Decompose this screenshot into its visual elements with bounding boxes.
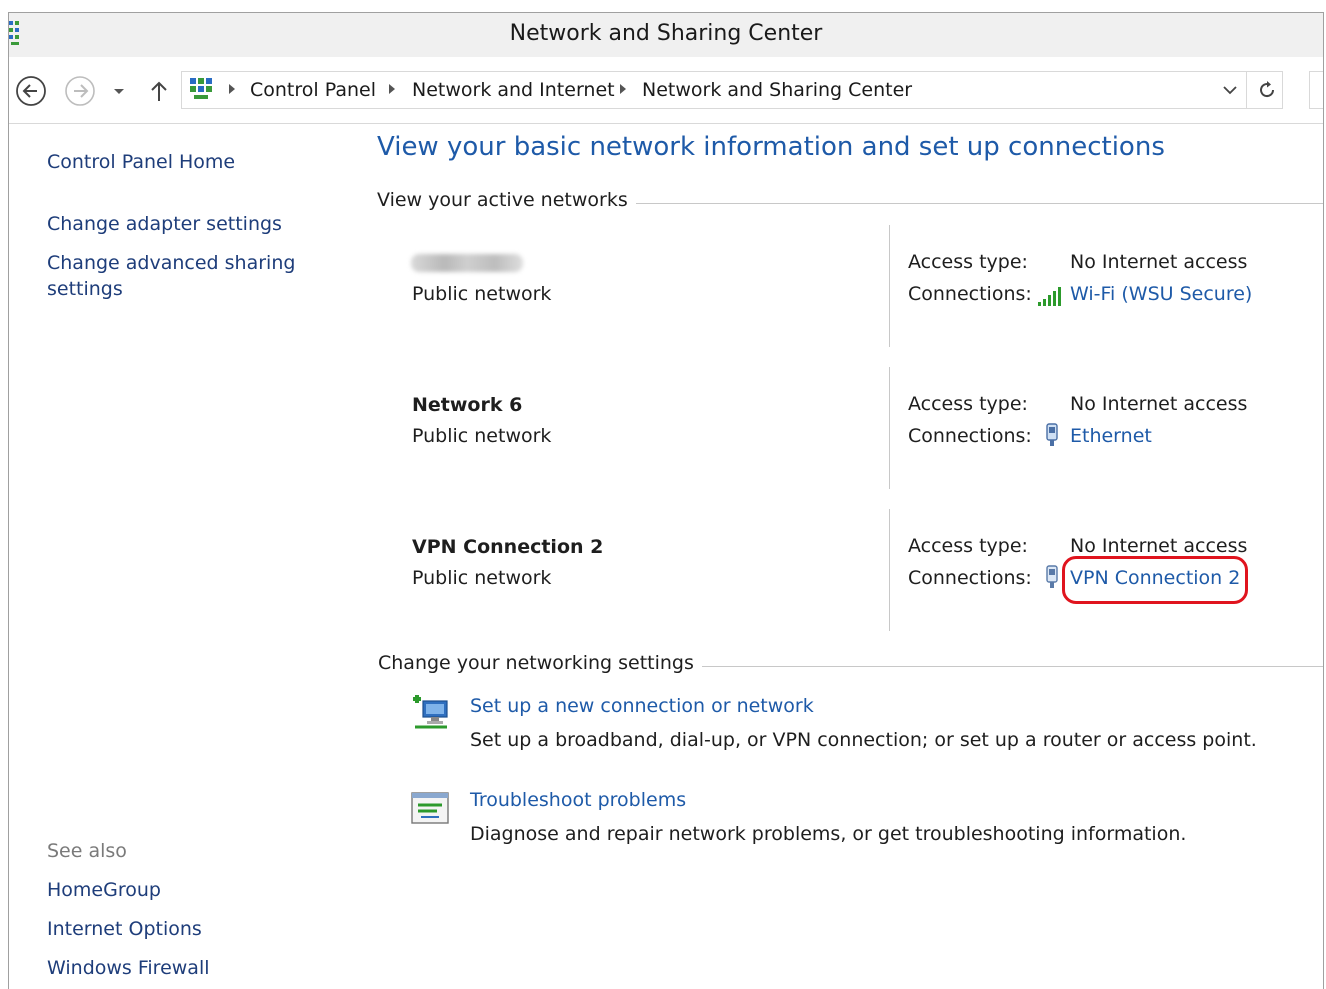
refresh-icon[interactable] xyxy=(1256,79,1278,101)
up-button[interactable] xyxy=(147,75,171,107)
network-name-redacted xyxy=(411,254,523,272)
setup-connection-link[interactable]: Set up a new connection or network xyxy=(470,695,814,717)
breadcrumb-network-sharing[interactable]: Network and Sharing Center xyxy=(642,79,912,101)
breadcrumb-network-internet[interactable]: Network and Internet xyxy=(412,79,615,101)
change-advanced-sharing-link-line2[interactable]: settings xyxy=(47,278,123,300)
page-heading: View your basic network information and … xyxy=(377,132,1165,162)
troubleshoot-link[interactable]: Troubleshoot problems xyxy=(470,789,686,811)
breadcrumb-separator-icon[interactable] xyxy=(620,84,626,94)
access-type-label: Access type: xyxy=(908,535,1028,557)
connections-label: Connections: xyxy=(908,283,1032,305)
homegroup-link[interactable]: HomeGroup xyxy=(47,879,161,901)
network-name: Network 6 xyxy=(412,394,523,416)
new-connection-icon[interactable] xyxy=(409,691,453,733)
change-settings-title: Change your networking settings xyxy=(378,652,702,674)
back-button[interactable] xyxy=(15,75,47,107)
wifi-connection-link[interactable]: Wi-Fi (WSU Secure) xyxy=(1070,283,1252,305)
connections-label: Connections: xyxy=(908,567,1032,589)
setup-connection-description: Set up a broadband, dial-up, or VPN conn… xyxy=(470,729,1257,751)
troubleshoot-icon[interactable] xyxy=(409,787,453,829)
address-dropdown-icon[interactable] xyxy=(1220,80,1240,100)
breadcrumb-separator-icon[interactable] xyxy=(229,84,235,94)
wifi-signal-icon xyxy=(1038,287,1061,306)
breadcrumb-separator-icon[interactable] xyxy=(389,84,395,94)
vpn-adapter-icon xyxy=(1046,565,1058,588)
control-panel-home-link[interactable]: Control Panel Home xyxy=(47,151,235,173)
active-networks-title: View your active networks xyxy=(377,189,636,211)
divider xyxy=(889,509,890,631)
control-panel-icon xyxy=(190,78,212,99)
address-bar[interactable]: Control Panel Network and Internet Netwo… xyxy=(181,71,1283,109)
ethernet-icon xyxy=(1046,423,1058,446)
divider xyxy=(1246,72,1247,108)
access-type-label: Access type: xyxy=(908,251,1028,273)
connections-label: Connections: xyxy=(908,425,1032,447)
network-sharing-window: Network and Sharing Center Control Panel xyxy=(8,12,1324,989)
breadcrumb-control-panel[interactable]: Control Panel xyxy=(250,79,376,101)
ethernet-connection-link[interactable]: Ethernet xyxy=(1070,425,1152,447)
recent-locations-chevron-icon[interactable] xyxy=(109,75,129,107)
windows-firewall-link[interactable]: Windows Firewall xyxy=(47,957,210,979)
access-type-value: No Internet access xyxy=(1070,251,1248,273)
access-type-value: No Internet access xyxy=(1070,535,1248,557)
change-advanced-sharing-link[interactable]: Change advanced sharing xyxy=(47,252,295,274)
title-bar: Network and Sharing Center xyxy=(9,13,1323,57)
network-type[interactable]: Public network xyxy=(412,567,551,589)
divider xyxy=(889,225,890,347)
navigation-bar: Control Panel Network and Internet Netwo… xyxy=(9,57,1323,124)
internet-options-link[interactable]: Internet Options xyxy=(47,918,202,940)
troubleshoot-description: Diagnose and repair network problems, or… xyxy=(470,823,1187,845)
network-type[interactable]: Public network xyxy=(412,425,551,447)
change-adapter-settings-link[interactable]: Change adapter settings xyxy=(47,213,282,235)
network-type[interactable]: Public network xyxy=(412,283,551,305)
forward-button[interactable] xyxy=(64,75,96,107)
annotation-highlight-circle xyxy=(1062,556,1248,604)
divider xyxy=(889,367,890,489)
window-title: Network and Sharing Center xyxy=(509,21,823,46)
access-type-value: No Internet access xyxy=(1070,393,1248,415)
search-box[interactable] xyxy=(1309,71,1323,109)
see-also-label: See also xyxy=(47,840,127,862)
network-name: VPN Connection 2 xyxy=(412,536,604,558)
access-type-label: Access type: xyxy=(908,393,1028,415)
